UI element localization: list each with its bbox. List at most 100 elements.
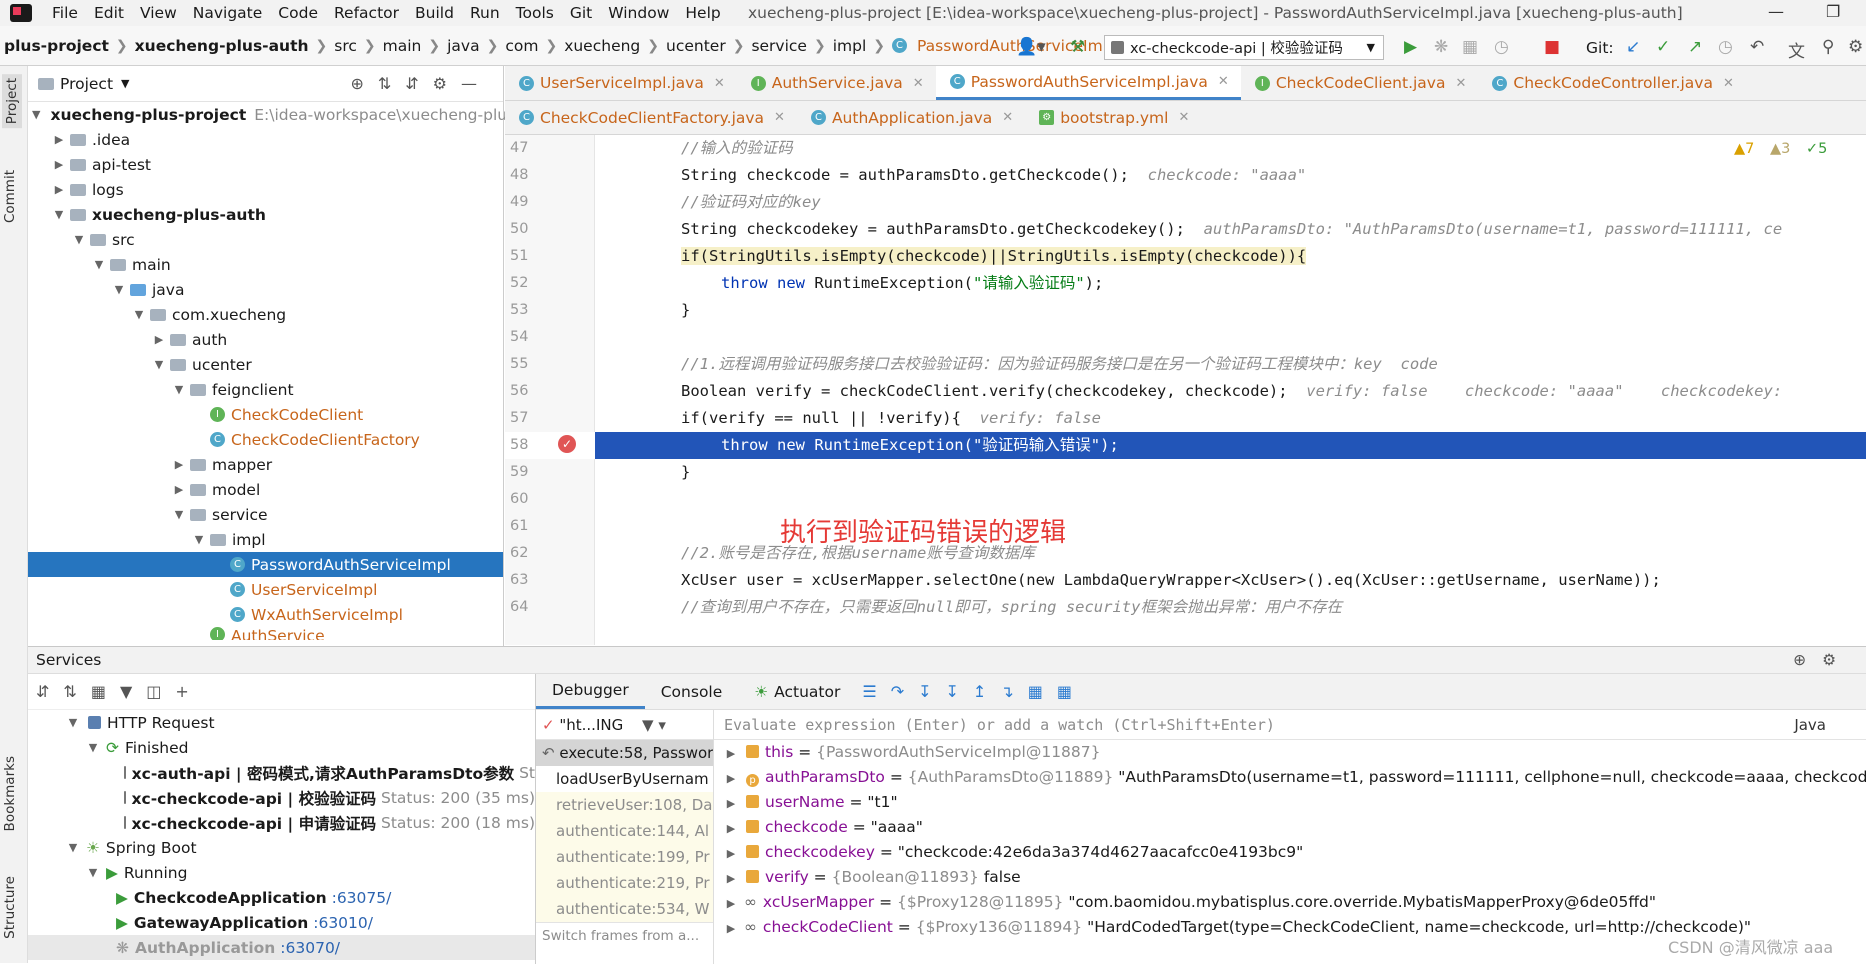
tree-item[interactable]: ▼ service xyxy=(28,502,503,527)
variable-row[interactable]: ▶ userName = "t1" xyxy=(714,790,1866,815)
minimize-icon[interactable]: — xyxy=(1768,2,1784,21)
history-icon[interactable]: ◷ xyxy=(1718,37,1733,57)
run-configuration-select[interactable]: xc-checkcode-api | 校验验证码 ▼ xyxy=(1104,35,1384,60)
tree-item[interactable]: C WxAuthServiceImpl xyxy=(28,602,503,627)
menu-tools[interactable]: Tools xyxy=(508,4,562,22)
group-icon[interactable]: ▦ xyxy=(91,682,106,701)
tree-item-selected[interactable]: C PasswordAuthServiceImpl xyxy=(28,552,503,577)
service-node[interactable]: xc-checkcode-api | 校验验证码 Status: 200 (35… xyxy=(28,785,535,810)
run-icon[interactable]: ▶ xyxy=(1404,37,1417,57)
breadcrumb-item[interactable]: ucenter xyxy=(662,37,730,55)
settings-icon[interactable]: ⚙ xyxy=(1848,37,1863,57)
tree-item[interactable]: ▶ model xyxy=(28,477,503,502)
tree-item[interactable]: ▶ auth xyxy=(28,327,503,352)
collapse-all-icon[interactable]: ⇅ xyxy=(63,682,76,701)
variable-row[interactable]: ▶ ∞ xcUserMapper = {$Proxy128@11895} "com.… xyxy=(714,890,1866,915)
debug-icon[interactable]: ❋ xyxy=(1434,37,1448,57)
thread-selector[interactable]: ✓ "ht...ING ▼ ▾ xyxy=(536,710,713,740)
menu-refactor[interactable]: Refactor xyxy=(326,4,407,22)
breakpoint-icon[interactable]: ✓ xyxy=(558,435,576,453)
tree-item[interactable]: ▶ logs xyxy=(28,177,503,202)
service-node[interactable]: xc-checkcode-api | 申请验证码 Status: 200 (18… xyxy=(28,810,535,835)
tree-item[interactable]: C UserServiceImpl xyxy=(28,577,503,602)
breadcrumb-item[interactable]: main xyxy=(379,37,426,55)
tree-item[interactable]: ▶ api-test xyxy=(28,152,503,177)
translate-icon[interactable]: 文 xyxy=(1788,37,1805,62)
editor-tab[interactable]: C AuthApplication.java ✕ xyxy=(797,101,1025,134)
language-select[interactable]: Java xyxy=(1794,710,1826,740)
structure-tool-tab[interactable]: Structure xyxy=(2,876,18,939)
service-node[interactable]: xc-auth-api | 密码模式,请求AuthParamsDto参数 St xyxy=(28,760,535,785)
tree-item[interactable]: ▼ ucenter xyxy=(28,352,503,377)
editor-tab[interactable]: ⚙ bootstrap.yml ✕ xyxy=(1025,101,1201,134)
tab-debugger[interactable]: Debugger xyxy=(536,674,645,709)
tree-item[interactable]: ▼ impl xyxy=(28,527,503,552)
tree-item[interactable]: ▼ feignclient xyxy=(28,377,503,402)
breadcrumb-item[interactable]: src xyxy=(330,37,361,55)
editor-tab-active[interactable]: C PasswordAuthServiceImpl.java ✕ xyxy=(935,66,1241,100)
ok-count[interactable]: ✓5 xyxy=(1806,141,1827,157)
git-update-icon[interactable]: ↙ xyxy=(1626,37,1640,57)
service-node[interactable]: ▶ GatewayApplication :63010/ xyxy=(28,910,535,935)
tree-item[interactable]: ▼ main xyxy=(28,252,503,277)
menu-edit[interactable]: Edit xyxy=(86,4,132,22)
git-commit-icon[interactable]: ✓ xyxy=(1656,37,1670,57)
editor-tab[interactable]: C UserServiceImpl.java ✕ xyxy=(505,66,737,100)
variable-row[interactable]: ▶ p authParamsDto = {AuthParamsDto@11889} … xyxy=(714,765,1866,790)
build-hammer-icon[interactable]: ⚒ xyxy=(1070,37,1085,57)
project-panel-title[interactable]: Project xyxy=(60,75,113,93)
menu-help[interactable]: Help xyxy=(677,4,728,22)
tree-item[interactable]: I AuthService xyxy=(28,627,503,640)
tree-item[interactable]: ▶ .idea xyxy=(28,127,503,152)
tree-item[interactable]: ▼ xuecheng-plus-auth xyxy=(28,202,503,227)
tree-item[interactable]: ▼ com.xuecheng xyxy=(28,302,503,327)
menu-window[interactable]: Window xyxy=(600,4,677,22)
services-header-icons[interactable]: ⊕⚙ xyxy=(1793,651,1852,669)
step-toolbar-icons[interactable]: ☰↷↧↧↥↴▦▦ xyxy=(862,682,1086,701)
warning-count[interactable]: ▲7 xyxy=(1734,141,1754,157)
menu-run[interactable]: Run xyxy=(462,4,508,22)
add-service-icon[interactable]: + xyxy=(175,682,188,701)
tree-item[interactable]: ▼ src xyxy=(28,227,503,252)
tab-actuator[interactable]: ☀ Actuator xyxy=(738,674,856,709)
tree-item[interactable]: ▼ java xyxy=(28,277,503,302)
restore-icon[interactable]: ❐ xyxy=(1826,2,1840,21)
editor-tab[interactable]: C CheckCodeController.java ✕ xyxy=(1478,66,1746,100)
tree-item[interactable]: ▼ xuecheng-plus-project E:\idea-workspace\… xyxy=(28,102,507,127)
profile-icon[interactable]: ◷ xyxy=(1494,37,1509,57)
breadcrumb-item[interactable]: java xyxy=(443,37,483,55)
service-node[interactable]: ▼ ▶ Running xyxy=(28,860,535,885)
filter-icon[interactable]: ▼ xyxy=(120,682,132,701)
service-node[interactable]: ▶ CheckcodeApplication :63075/ xyxy=(28,885,535,910)
bookmarks-tool-tab[interactable]: Bookmarks xyxy=(2,756,18,831)
frames-footer[interactable]: Switch frames from a... xyxy=(536,922,713,948)
rollback-icon[interactable]: ↶ xyxy=(1750,37,1764,57)
project-tool-tab[interactable]: Project xyxy=(2,74,22,129)
menu-git[interactable]: Git xyxy=(562,4,600,22)
new-tab-icon[interactable]: ◫ xyxy=(146,682,161,701)
code-editor[interactable]: //输入的验证码 String checkcode = authParamsDt… xyxy=(595,135,1866,645)
menu-file[interactable]: File xyxy=(44,4,86,22)
breadcrumb-item[interactable]: impl xyxy=(829,37,871,55)
expand-all-icon[interactable]: ⇵ xyxy=(36,682,49,701)
tree-item[interactable]: ▶ mapper xyxy=(28,452,503,477)
service-node[interactable]: ❋ AuthApplication :63070/ xyxy=(28,935,535,960)
search-icon[interactable]: ⚲ xyxy=(1822,37,1834,57)
stack-frame[interactable]: authenticate:199, Pr xyxy=(536,844,713,870)
variable-row[interactable]: ▶ verify = {Boolean@11893} false xyxy=(714,865,1866,890)
commit-tool-tab[interactable]: Commit xyxy=(2,170,18,223)
variable-row[interactable]: ▶ this = {PasswordAuthServiceImpl@11887} xyxy=(714,740,1866,765)
project-toolbar-icons[interactable]: ⊕⇅⇵⚙— xyxy=(350,74,491,93)
stack-frame[interactable]: authenticate:534, W xyxy=(536,896,713,922)
coverage-icon[interactable]: ▦ xyxy=(1462,37,1478,57)
stop-icon[interactable]: ■ xyxy=(1544,37,1560,57)
chevron-down-icon[interactable]: ▼ xyxy=(121,77,129,90)
weak-warning-count[interactable]: ▲3 xyxy=(1770,141,1790,157)
stack-frame[interactable]: retrieveUser:108, Da xyxy=(536,792,713,818)
tree-item[interactable]: C CheckCodeClientFactory xyxy=(28,427,503,452)
stack-frame[interactable]: loadUserByUsernam xyxy=(536,766,713,792)
service-node[interactable]: ▼ HTTP Request xyxy=(28,710,535,735)
stack-frame[interactable]: authenticate:144, Al xyxy=(536,818,713,844)
menu-view[interactable]: View xyxy=(132,4,185,22)
editor-tab[interactable]: I AuthService.java ✕ xyxy=(737,66,936,100)
